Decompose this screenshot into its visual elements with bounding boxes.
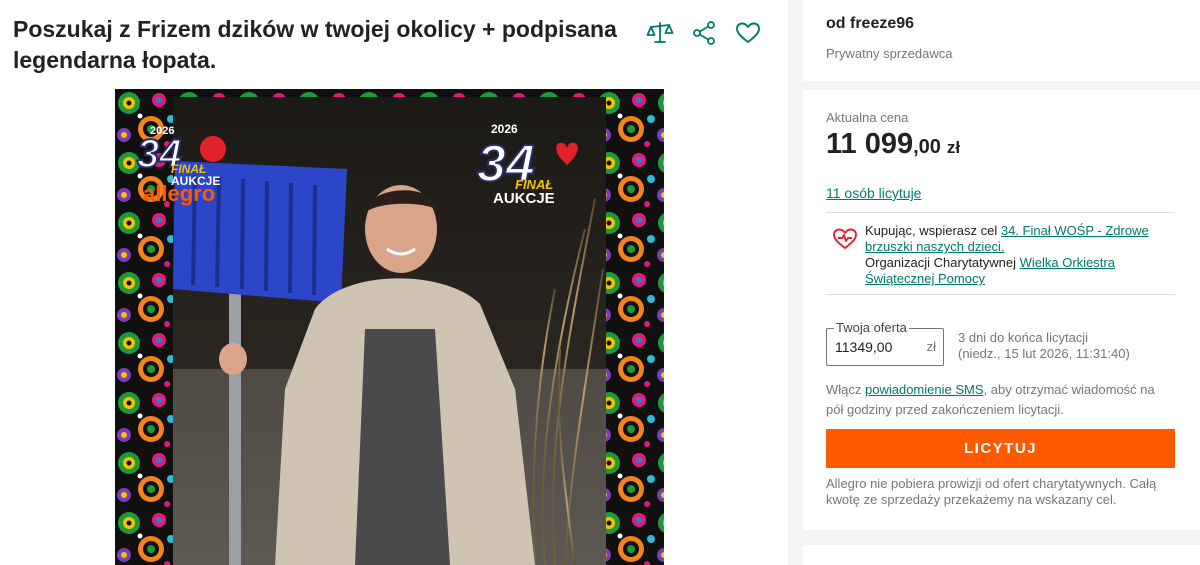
auction-remaining: 3 dni do końca licytacji <box>958 330 1089 345</box>
current-price: 11 099,00 zł <box>826 128 960 161</box>
scale-icon[interactable] <box>645 18 675 48</box>
seller-type: Prywatny sprzedawca <box>826 46 953 61</box>
badge-left-brand: allegro <box>143 181 215 206</box>
divider <box>826 212 1175 213</box>
listing-title: Poszukaj z Frizem dzików w twojej okolic… <box>13 16 617 73</box>
share-icon[interactable] <box>689 18 719 48</box>
auction-end-info: 3 dni do końca licytacji (niedz., 15 lut… <box>958 330 1130 362</box>
divider <box>826 294 1175 295</box>
bidders-link[interactable]: 11 osób licytuje <box>826 185 921 201</box>
badge-right-line2: AUKCJE <box>493 190 555 207</box>
listing-actions <box>645 18 763 48</box>
bid-button[interactable]: LICYTUJ <box>826 429 1175 468</box>
heart-icon[interactable] <box>733 18 763 48</box>
price-whole: 11 099 <box>826 128 914 160</box>
badge-right-year: 2026 <box>491 122 518 136</box>
auction-end-date: (niedz., 15 lut 2026, 11:31:40) <box>958 346 1130 361</box>
seller-card: od freeze96 Prywatny sprzedawca <box>803 0 1200 81</box>
sms-notice: Włącz powiadomienie SMS, aby otrzymać wi… <box>826 380 1175 420</box>
sms-prefix: Włącz <box>826 382 865 397</box>
price-label: Aktualna cena <box>826 110 909 125</box>
charity-prefix: Kupując, wspierasz cel <box>865 223 1001 238</box>
sms-notification-link[interactable]: powiadomienie SMS <box>865 382 984 397</box>
offer-field: Twoja oferta zł <box>826 320 944 366</box>
commission-note: Allegro nie pobiera prowizji od ofert ch… <box>826 476 1157 507</box>
price-decimal: ,00 <box>913 136 941 158</box>
buy-box: Aktualna cena 11 099,00 zł 11 osób licytu… <box>803 90 1200 530</box>
wosp-heart-icon <box>832 227 858 256</box>
listing-photo[interactable]: 2026 34 FINAŁ AUKCJE allegro 2026 34 FIN… <box>115 89 664 565</box>
listing-main: Poszukaj z Frizem dzików w twojej okolic… <box>0 0 788 565</box>
charity-text: Kupując, wspierasz cel 34. Finał WOŚP - … <box>865 223 1165 287</box>
next-card <box>803 545 1200 565</box>
price-currency: zł <box>946 138 961 157</box>
offer-currency: zł <box>926 339 936 354</box>
charity-org-prefix: Organizacji Charytatywnej <box>865 255 1020 270</box>
offer-input[interactable] <box>827 329 919 365</box>
seller-name[interactable]: od freeze96 <box>826 15 914 33</box>
